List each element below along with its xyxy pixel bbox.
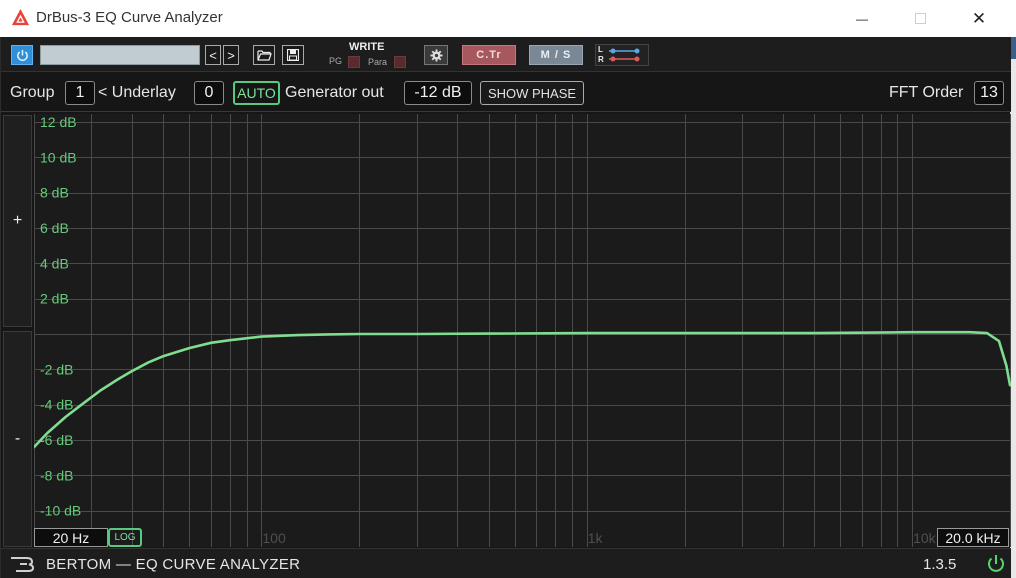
- toolbar: < > WRITE PG Para C.Tr M / S L R: [1, 37, 1011, 72]
- folder-open-icon: [256, 50, 272, 61]
- gain-decrease-button[interactable]: -: [3, 331, 32, 547]
- preset-name-field[interactable]: [40, 45, 200, 65]
- window-title: DrBus-3 EQ Curve Analyzer: [36, 9, 223, 26]
- power-icon[interactable]: [985, 553, 1007, 575]
- para-toggle[interactable]: [394, 56, 406, 68]
- chevron-right-icon: >: [227, 47, 235, 63]
- generator-out-field[interactable]: -12 dB: [404, 81, 472, 105]
- x-tick-label: 10k: [913, 530, 937, 546]
- ctr-button[interactable]: C.Tr: [462, 45, 516, 65]
- eq-curve-chart: 12 dB10 dB8 dB6 dB4 dB2 dB-2 dB-4 dB-6 d…: [34, 114, 1011, 547]
- y-tick-label: -10 dB: [40, 503, 81, 519]
- close-button[interactable]: ✕: [956, 0, 1002, 37]
- plugin-body: < > WRITE PG Para C.Tr M / S L R Group 1…: [0, 37, 1011, 578]
- chevron-left-icon: <: [209, 47, 217, 63]
- lr-routing-icon: [609, 48, 640, 62]
- group-field[interactable]: 1: [65, 81, 95, 105]
- lr-r-label: R: [598, 55, 604, 64]
- open-preset-button[interactable]: [253, 45, 275, 65]
- y-tick-label: -8 dB: [40, 467, 73, 483]
- underlay-field[interactable]: 0: [194, 81, 224, 105]
- minimize-icon: —: [856, 11, 868, 26]
- x-tick-label: 1k: [588, 530, 604, 546]
- y-tick-label: -4 dB: [40, 397, 73, 413]
- y-tick-label: 2 dB: [40, 291, 69, 307]
- close-icon: ✕: [971, 8, 987, 28]
- save-preset-button[interactable]: [282, 45, 304, 65]
- window-titlebar: DrBus-3 EQ Curve Analyzer — ✕: [0, 0, 1016, 37]
- minimize-button[interactable]: —: [839, 0, 885, 37]
- bypass-power-button[interactable]: [11, 45, 33, 65]
- underlay-label: < Underlay: [98, 84, 176, 101]
- y-tick-label: 10 dB: [40, 149, 77, 165]
- generator-label: Generator out: [285, 84, 384, 101]
- show-phase-button[interactable]: SHOW PHASE: [480, 81, 584, 105]
- analyzer-controls: Group 1 < Underlay 0 AUTO Generator out …: [1, 72, 1011, 112]
- fft-order-field[interactable]: 13: [974, 81, 1004, 105]
- app-logo-icon: [11, 8, 30, 26]
- y-tick-label: 6 dB: [40, 220, 69, 236]
- mid-side-button[interactable]: M / S: [529, 45, 583, 65]
- auto-button[interactable]: AUTO: [233, 81, 280, 105]
- y-tick-label: 12 dB: [40, 114, 77, 130]
- lr-routing-button[interactable]: L R: [595, 44, 649, 66]
- fft-order-label: FFT Order: [889, 84, 964, 101]
- y-tick-label: -2 dB: [40, 361, 73, 377]
- low-frequency-field[interactable]: 20 Hz: [34, 528, 108, 547]
- x-tick-label: 100: [262, 530, 286, 546]
- power-icon: [16, 49, 28, 61]
- y-tick-label: 4 dB: [40, 255, 69, 271]
- lr-l-label: L: [598, 45, 603, 54]
- save-icon: [287, 49, 299, 61]
- next-preset-button[interactable]: >: [223, 45, 239, 65]
- y-tick-label: 8 dB: [40, 185, 69, 201]
- version-label: 1.3.5: [923, 556, 957, 573]
- settings-button[interactable]: [424, 45, 448, 65]
- graph-background: [34, 114, 1011, 547]
- eq-curve-graph[interactable]: 12 dB 10 dB 8 dB 6 dB 4 dB 2 dB -2 dB -4 dB -6 d…: [34, 114, 1011, 547]
- log-scale-button[interactable]: LOG: [108, 528, 142, 547]
- gear-icon: [429, 48, 443, 62]
- maximize-icon: [914, 13, 926, 24]
- write-label: WRITE: [349, 41, 385, 53]
- footer: BERTOM — EQ CURVE ANALYZER 1.3.5: [1, 548, 1011, 578]
- brand-title: BERTOM — EQ CURVE ANALYZER: [46, 556, 301, 573]
- prev-preset-button[interactable]: <: [205, 45, 221, 65]
- pg-toggle[interactable]: [348, 56, 360, 68]
- gain-increase-button[interactable]: +: [3, 115, 32, 327]
- maximize-button[interactable]: [897, 0, 943, 37]
- bertom-logo-icon: [11, 557, 35, 572]
- pg-label: PG: [329, 56, 343, 66]
- group-label: Group: [10, 84, 55, 101]
- para-label: Para: [368, 57, 388, 67]
- high-frequency-field[interactable]: 20.0 kHz: [937, 528, 1009, 547]
